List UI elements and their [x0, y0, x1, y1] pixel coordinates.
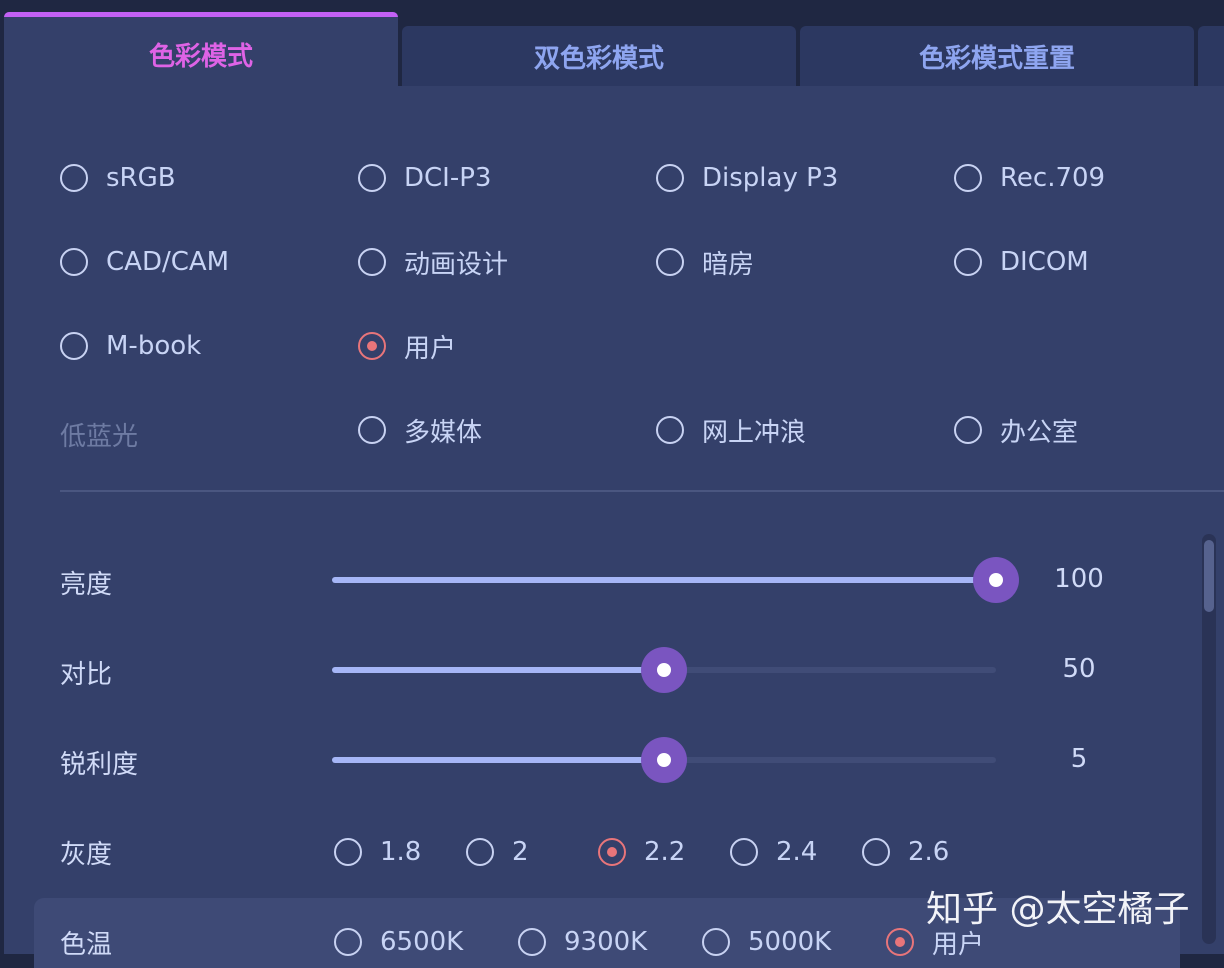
radio-label: CAD/CAM [106, 247, 230, 277]
radio-circle-icon [358, 248, 386, 276]
radio-circle-icon [60, 248, 88, 276]
radio-label: 用户 [404, 333, 457, 364]
tab-label: 色彩模式 [148, 41, 253, 72]
radio-checked-icon [598, 838, 626, 866]
radio-m-book[interactable]: M-book [60, 326, 201, 366]
radio-label: 2.6 [908, 837, 950, 867]
contrast-value: 50 [1062, 654, 1096, 684]
radio-gamma-2-4[interactable]: 2.4 [730, 832, 817, 872]
radio-label: Display P3 [702, 163, 839, 193]
low-blue-light-label: 低蓝光 [60, 422, 139, 452]
vertical-scrollbar[interactable] [1202, 534, 1216, 944]
radio-darkroom[interactable]: 暗房 [656, 242, 754, 282]
radio-circle-icon [656, 416, 684, 444]
radio-circle-icon [466, 838, 494, 866]
radio-srgb[interactable]: sRGB [60, 158, 176, 198]
radio-label: M-book [106, 331, 202, 361]
brightness-slider[interactable] [332, 557, 1019, 603]
tab-label: 双色彩模式 [533, 43, 664, 74]
tab-bar: 色彩模式 双色彩模式 色彩模式重置 [0, 0, 1224, 86]
radio-gamma-2-6[interactable]: 2.6 [862, 832, 949, 872]
radio-office[interactable]: 办公室 [954, 410, 1078, 450]
radio-user[interactable]: 用户 [358, 326, 456, 366]
radio-label: DICOM [1000, 247, 1089, 277]
brightness-value: 100 [1054, 564, 1104, 594]
slider-fill [332, 757, 664, 763]
radio-circle-icon [334, 838, 362, 866]
tab-dual-color-mode[interactable]: 双色彩模式 [402, 26, 796, 86]
radio-circle-icon [60, 164, 88, 192]
tab-color-mode-reset[interactable]: 色彩模式重置 [800, 26, 1194, 86]
radio-label: DCI-P3 [404, 163, 492, 193]
radio-circle-icon [730, 838, 758, 866]
scrollbar-thumb[interactable] [1204, 540, 1214, 612]
radio-label: 6500K [380, 927, 464, 957]
radio-circle-icon [518, 928, 546, 956]
radio-label: 2.2 [644, 837, 686, 867]
radio-label: 多媒体 [404, 417, 483, 448]
tab-color-mode[interactable]: 色彩模式 [4, 12, 398, 86]
brightness-label: 亮度 [60, 570, 113, 600]
slider-thumb-dot [657, 663, 671, 677]
radio-multimedia[interactable]: 多媒体 [358, 410, 482, 450]
gamma-label: 灰度 [60, 840, 113, 870]
radio-label: 2 [512, 837, 529, 867]
radio-9300k[interactable]: 9300K [518, 922, 647, 962]
contrast-slider[interactable] [332, 647, 996, 693]
radio-gamma-2[interactable]: 2 [466, 832, 529, 872]
radio-5000k[interactable]: 5000K [702, 922, 831, 962]
sharpness-value: 5 [1070, 744, 1088, 774]
section-divider [60, 490, 1224, 492]
radio-dci-p3[interactable]: DCI-P3 [358, 158, 491, 198]
radio-circle-icon [954, 248, 982, 276]
radio-label: sRGB [106, 163, 176, 193]
radio-cad-cam[interactable]: CAD/CAM [60, 242, 229, 282]
radio-gamma-1-8[interactable]: 1.8 [334, 832, 421, 872]
radio-gamma-2-2[interactable]: 2.2 [598, 832, 685, 872]
radio-label: 暗房 [702, 249, 755, 280]
radio-label: 网上冲浪 [702, 417, 807, 448]
radio-checked-icon [358, 332, 386, 360]
radio-label: Rec.709 [1000, 163, 1106, 193]
slider-thumb-dot [989, 573, 1003, 587]
color-mode-panel: sRGB DCI-P3 Display P3 Rec.709 CAD/CAM 动… [4, 86, 1224, 968]
radio-web-surfing[interactable]: 网上冲浪 [656, 410, 806, 450]
slider-fill [332, 667, 664, 673]
radio-6500k[interactable]: 6500K [334, 922, 463, 962]
radio-animation-design[interactable]: 动画设计 [358, 242, 508, 282]
tab-label: 色彩模式重置 [918, 43, 1075, 74]
sharpness-label: 锐利度 [60, 750, 139, 780]
slider-fill [332, 577, 996, 583]
radio-label: 办公室 [1000, 417, 1079, 448]
radio-checked-icon [886, 928, 914, 956]
radio-label: 1.8 [380, 837, 422, 867]
radio-circle-icon [60, 332, 88, 360]
radio-circle-icon [862, 838, 890, 866]
radio-circle-icon [358, 164, 386, 192]
radio-circle-icon [954, 416, 982, 444]
radio-circle-icon [656, 164, 684, 192]
radio-circle-icon [656, 248, 684, 276]
tab-overflow[interactable] [1198, 26, 1224, 86]
contrast-label: 对比 [60, 660, 113, 690]
radio-circle-icon [702, 928, 730, 956]
sharpness-slider[interactable] [332, 737, 996, 783]
radio-label: 5000K [748, 927, 832, 957]
watermark-text: 知乎 @太空橘子 [926, 889, 1190, 930]
radio-dicom[interactable]: DICOM [954, 242, 1089, 282]
radio-rec709[interactable]: Rec.709 [954, 158, 1105, 198]
radio-display-p3[interactable]: Display P3 [656, 158, 838, 198]
radio-circle-icon [358, 416, 386, 444]
radio-label: 动画设计 [404, 249, 509, 280]
radio-label: 9300K [564, 927, 648, 957]
radio-circle-icon [334, 928, 362, 956]
radio-circle-icon [954, 164, 982, 192]
color-temp-label: 色温 [60, 930, 113, 960]
monitor-osd-window: 色彩模式 双色彩模式 色彩模式重置 sRGB DCI-P3 Display P3… [0, 0, 1224, 968]
slider-thumb-dot [657, 753, 671, 767]
radio-label: 2.4 [776, 837, 818, 867]
